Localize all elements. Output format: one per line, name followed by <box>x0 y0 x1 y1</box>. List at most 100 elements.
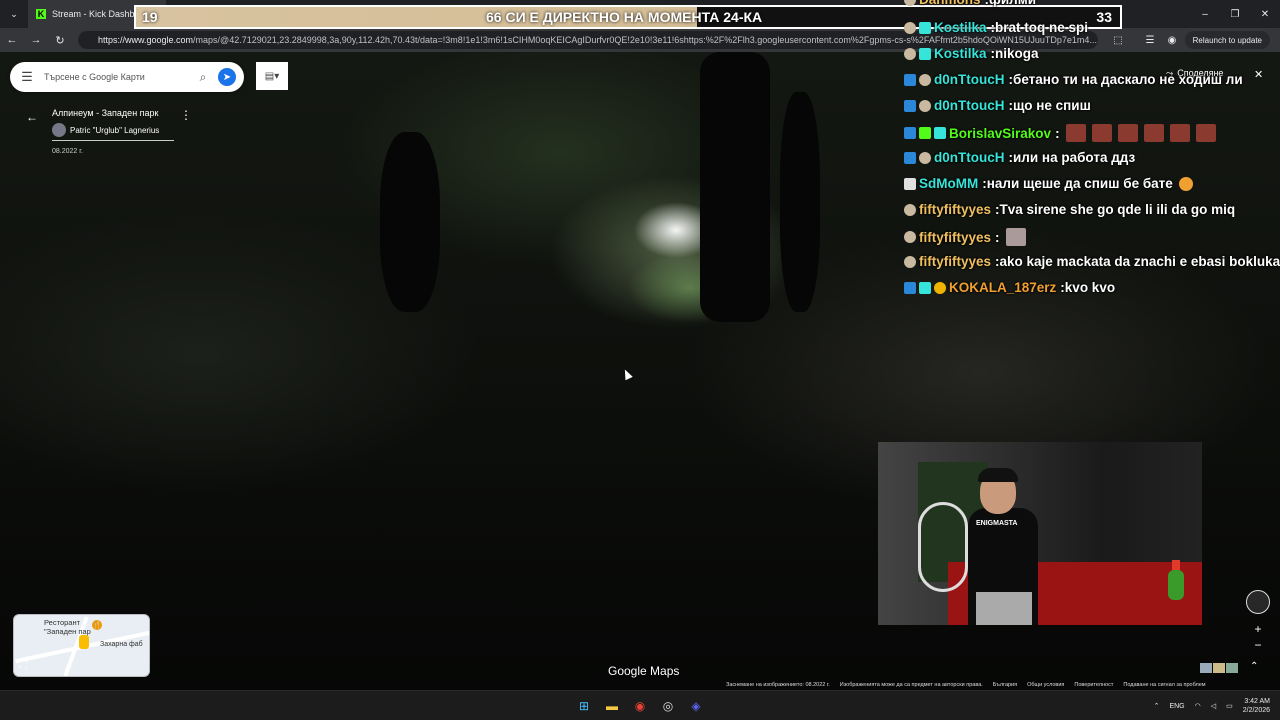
forward-icon[interactable]: → <box>24 28 48 52</box>
footer-copyright: Изображенията може да са предмет на авто… <box>839 682 983 688</box>
chat-username[interactable]: d0nTtoucH <box>934 150 1005 165</box>
footer-country[interactable]: България <box>993 682 1017 690</box>
thumbnail[interactable] <box>1226 663 1238 673</box>
back-arrow-icon[interactable]: ← <box>26 110 38 124</box>
tab-search-icon[interactable]: ⌄ <box>0 0 28 28</box>
divider <box>52 140 174 141</box>
face-badge-icon <box>919 73 931 86</box>
chat-separator: : <box>1055 125 1060 141</box>
discord-icon[interactable]: ◈ <box>686 696 706 716</box>
photo-author[interactable]: Patric "Urglub" Lagnerius <box>52 123 159 137</box>
chat-username[interactable]: fiftyfiftyyes <box>919 202 991 217</box>
chat-username[interactable]: SdMoMM <box>919 176 978 191</box>
kick-icon: K <box>36 9 46 19</box>
thumbnail[interactable] <box>1213 663 1225 673</box>
chat-text: brat toq ne spi <box>995 20 1089 35</box>
chat-text: Tva sirene she go qde li ili da go miq <box>999 202 1236 217</box>
prime-badge-icon <box>904 127 916 139</box>
clock[interactable]: 3:42 AM 2/2/2026 <box>1243 697 1270 715</box>
footer-privacy[interactable]: Поверителност <box>1074 682 1113 690</box>
chrome-icon[interactable]: ◉ <box>630 696 650 716</box>
url-host: https://www.google.com <box>98 35 194 45</box>
sub-badge-icon <box>934 127 946 139</box>
language-indicator[interactable]: ENG <box>1169 703 1184 710</box>
prime-badge-icon <box>904 73 916 86</box>
back-icon[interactable]: ← <box>0 28 24 52</box>
capture-date: 08.2022 г. <box>52 148 83 155</box>
directions-icon[interactable]: ➤ <box>218 68 236 86</box>
prime-badge-icon <box>904 281 916 294</box>
thumbnail[interactable] <box>1200 663 1212 673</box>
chat-username[interactable]: fiftyfiftyyes <box>919 254 991 269</box>
face-badge-icon <box>904 231 916 243</box>
sub-badge-icon <box>919 281 931 294</box>
photo-thumbnails[interactable] <box>1200 663 1238 673</box>
chat-message: BorislavSirakov: <box>904 124 1216 142</box>
bottle-cap <box>1172 560 1180 570</box>
minimap-label-factory: Захарна фаб <box>100 641 143 648</box>
obs-icon[interactable]: ◎ <box>658 696 678 716</box>
google-maps-logo: Google Maps <box>608 664 680 678</box>
banner-left-number: 19 <box>142 9 158 25</box>
search-icon[interactable]: ⌕ <box>188 70 218 85</box>
chat-text: що не спиш <box>1013 98 1091 113</box>
chat-message: d0nTtoucH: или на работа ддз <box>904 150 1135 165</box>
chat-username[interactable]: Kostilka <box>934 46 987 61</box>
emote-icon <box>1117 124 1138 142</box>
zoom-out-icon[interactable]: − <box>1250 638 1266 654</box>
emote-icon <box>1169 124 1190 142</box>
face-badge-icon <box>904 0 916 6</box>
footer-report[interactable]: Подаване на сигнал за проблем <box>1123 682 1205 690</box>
volume-icon[interactable]: ◁ <box>1211 702 1216 710</box>
tree <box>780 92 820 312</box>
prime-badge-icon <box>904 99 916 112</box>
mod-badge-icon <box>904 177 916 190</box>
screen: ⌄ K Stream - Kick Dashboard – ❐ ✕ ← → ↻ … <box>0 0 1280 720</box>
restaurant-pin-icon: 🍴 <box>92 620 102 630</box>
reload-icon[interactable]: ↻ <box>48 28 72 52</box>
smiley-emoji-icon <box>1178 176 1193 191</box>
search-input[interactable]: Търсене с Google Карти <box>44 72 188 82</box>
tray-expand-icon[interactable]: ⌃ <box>1154 702 1160 710</box>
face-badge-icon <box>904 47 916 60</box>
chat-username[interactable]: KOKALA_187erz <box>949 280 1056 295</box>
more-options-icon[interactable]: ⋮ <box>180 108 192 122</box>
maps-search-box[interactable]: ☰ Търсене с Google Карти ⌕ ➤ <box>10 62 244 92</box>
chat-message: KOKALA_187erz: kvo kvo <box>904 280 1115 295</box>
banner-text: 66 СИ Е ДИРЕКТНО НА МОМЕНТА 24-КА <box>486 9 763 25</box>
battery-icon[interactable]: ▭ <box>1226 702 1233 710</box>
face-badge-icon <box>919 99 931 112</box>
chat-username[interactable]: Kostilka <box>934 20 987 35</box>
green-badge-icon <box>919 127 931 139</box>
hanging-chair <box>918 502 968 592</box>
emote-icon <box>1065 124 1086 142</box>
zoom-in-icon[interactable]: + <box>1250 622 1266 638</box>
layers-button[interactable]: ▤▾ <box>256 62 288 90</box>
maps-footer: Заснемане на изображението: 08.2022 г. И… <box>726 682 1280 690</box>
compass-icon[interactable] <box>1246 590 1270 614</box>
mini-map[interactable]: Ресторант "Западен пар 🍴 Захарна фаб ⛶ <box>13 614 150 677</box>
file-explorer-icon[interactable]: ▬ <box>602 696 622 716</box>
chat-username[interactable]: fiftyfiftyyes <box>919 230 991 245</box>
chat-text: или на работа ддз <box>1013 150 1136 165</box>
expand-map-icon[interactable]: ⛶ <box>20 660 27 671</box>
chat-message: fiftyfiftyyes: <box>904 228 1026 246</box>
gift-badge-icon <box>934 281 946 294</box>
network-icon[interactable]: ◠ <box>1195 702 1201 710</box>
chat-username[interactable]: BorislavSirakov <box>949 126 1051 141</box>
streamer-pants <box>976 592 1032 625</box>
expand-thumbnails-icon[interactable]: ⌃ <box>1250 661 1258 672</box>
chat-text: kvo kvo <box>1064 280 1116 295</box>
chat-username[interactable]: d0nTtoucH <box>934 72 1005 87</box>
chat-text: филми <box>989 0 1036 7</box>
place-title[interactable]: Алпинеум - Западен парк <box>52 108 158 118</box>
chat-message: Kostilka: brat toq ne spi <box>904 20 1088 35</box>
emote-icon <box>1143 124 1164 142</box>
emote-icon <box>1195 124 1216 142</box>
chat-username[interactable]: Danmons <box>919 0 981 7</box>
chat-username[interactable]: d0nTtoucH <box>934 98 1005 113</box>
sub-badge-icon <box>919 47 931 60</box>
hamburger-menu-icon[interactable]: ☰ <box>10 69 44 85</box>
start-icon[interactable]: ⊞ <box>574 696 594 716</box>
footer-terms[interactable]: Общи условия <box>1027 682 1064 690</box>
